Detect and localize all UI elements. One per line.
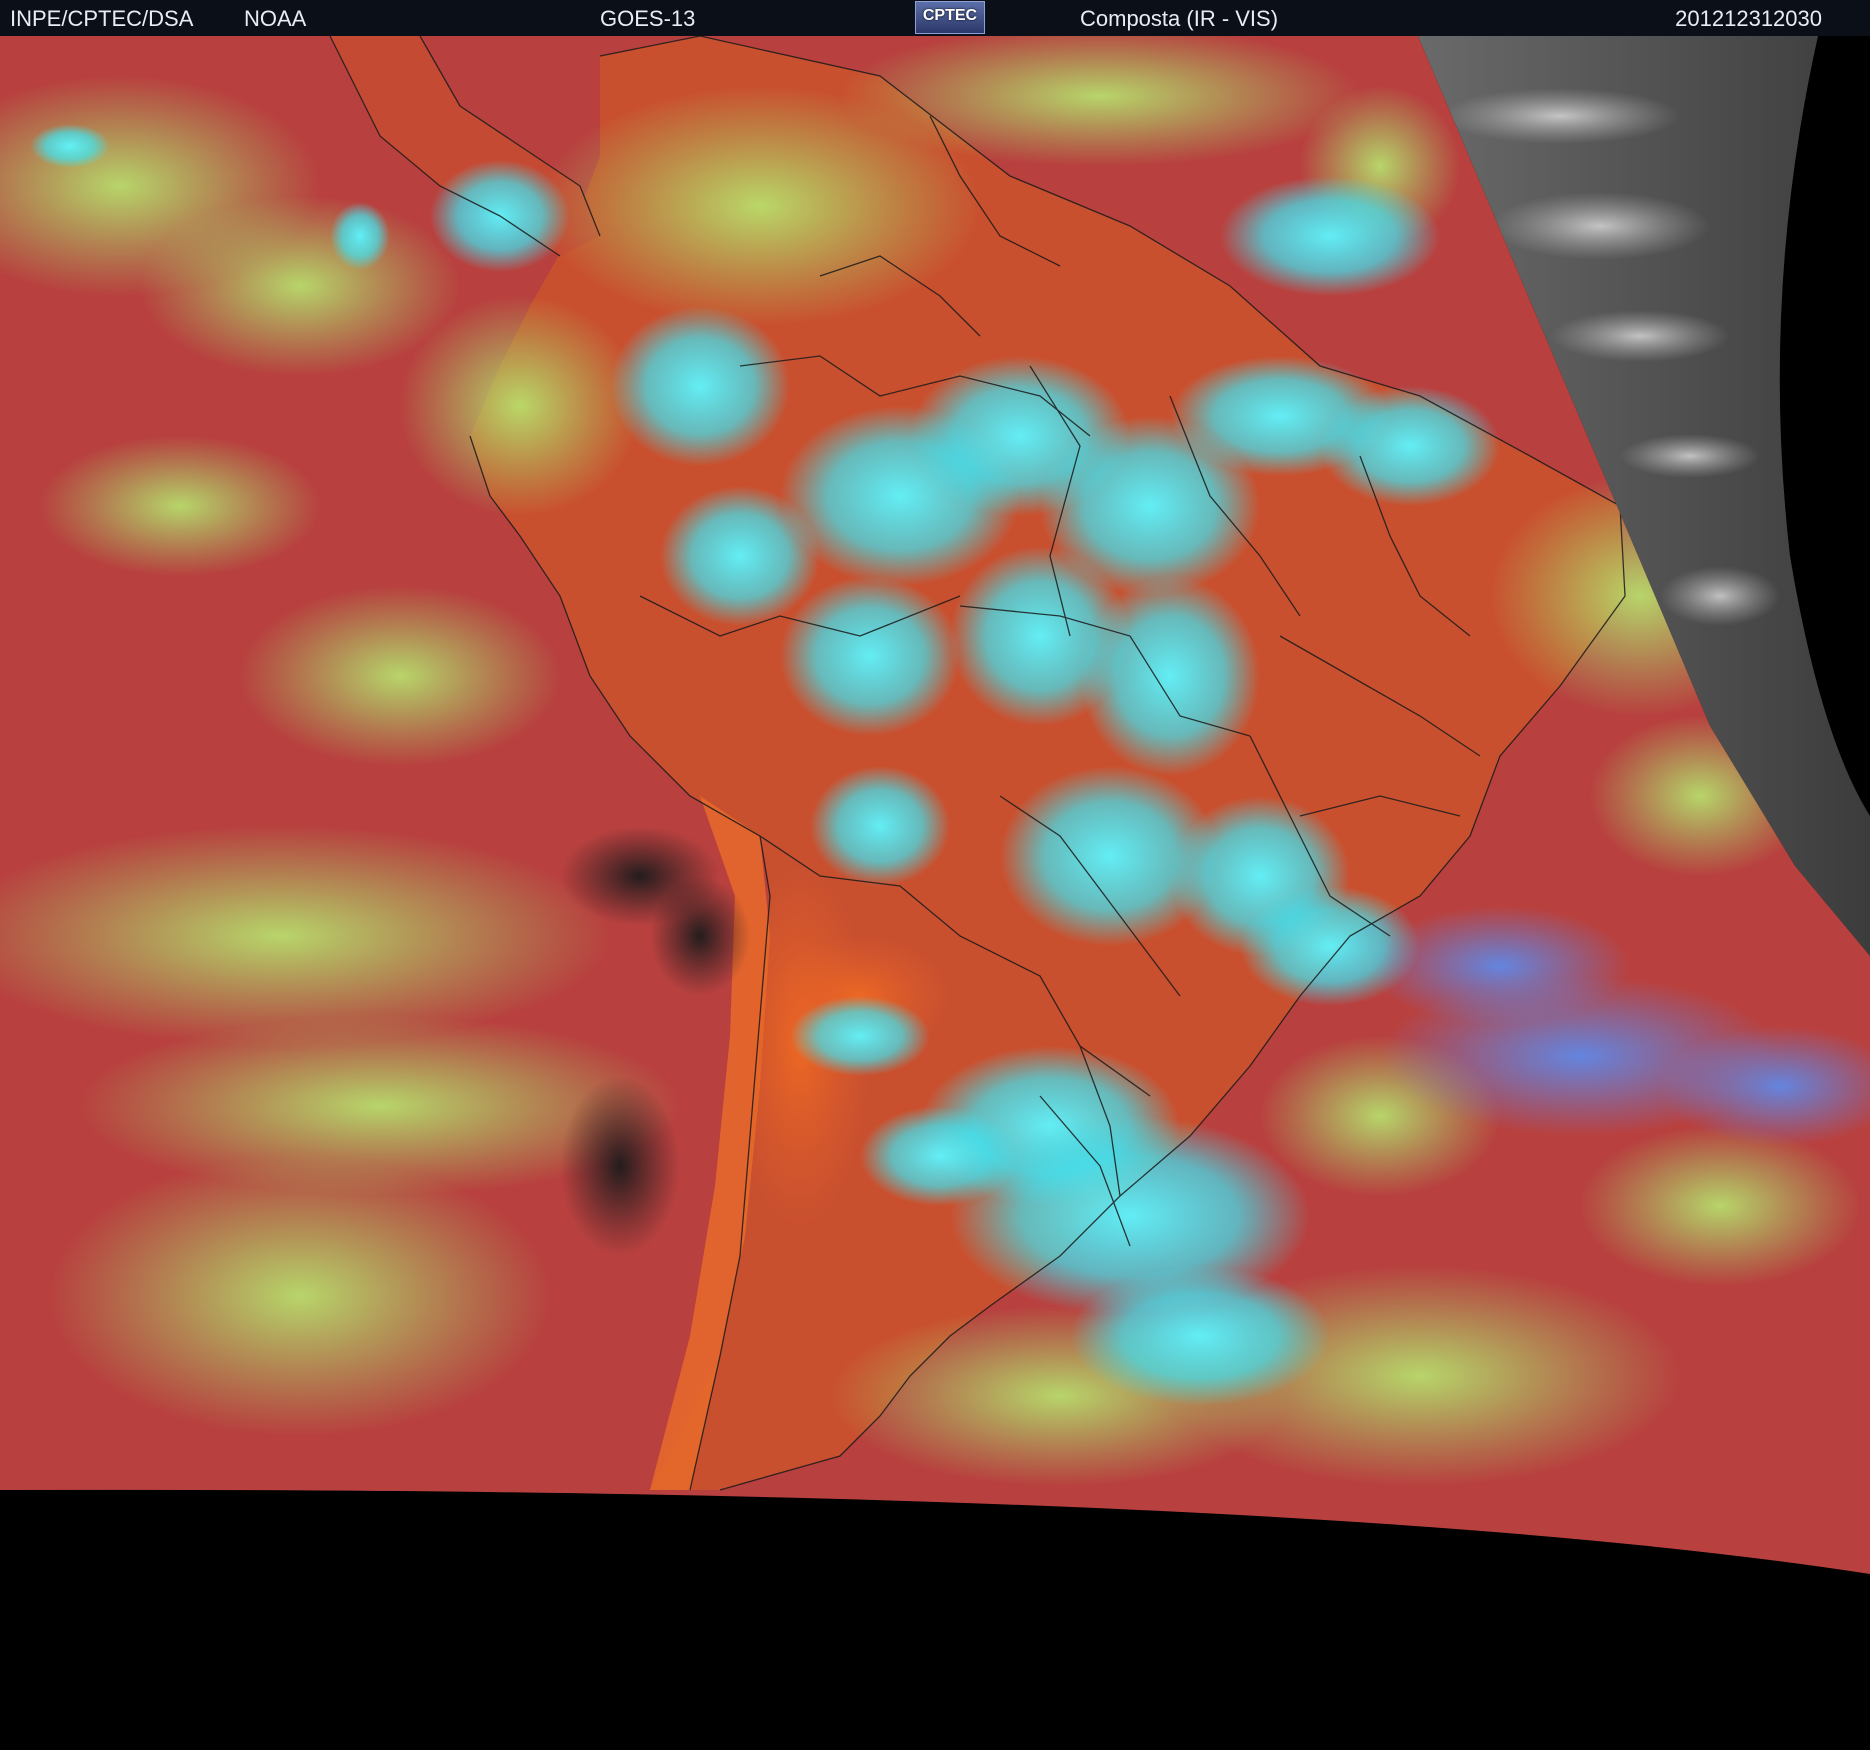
logo-text: CPTEC	[922, 7, 978, 24]
agency-label: INPE/CPTEC/DSA	[10, 6, 194, 31]
cptec-logo: CPTEC	[915, 1, 985, 34]
partner-label: NOAA	[244, 6, 307, 31]
satellite-label: GOES-13	[600, 6, 696, 31]
timestamp-label: 201212312030	[1675, 6, 1822, 31]
satellite-image	[0, 36, 1870, 1574]
header-bar: INPE/CPTEC/DSA NOAA GOES-13 CPTEC Compos…	[0, 0, 1870, 36]
product-label: Composta (IR - VIS)	[1080, 6, 1279, 31]
